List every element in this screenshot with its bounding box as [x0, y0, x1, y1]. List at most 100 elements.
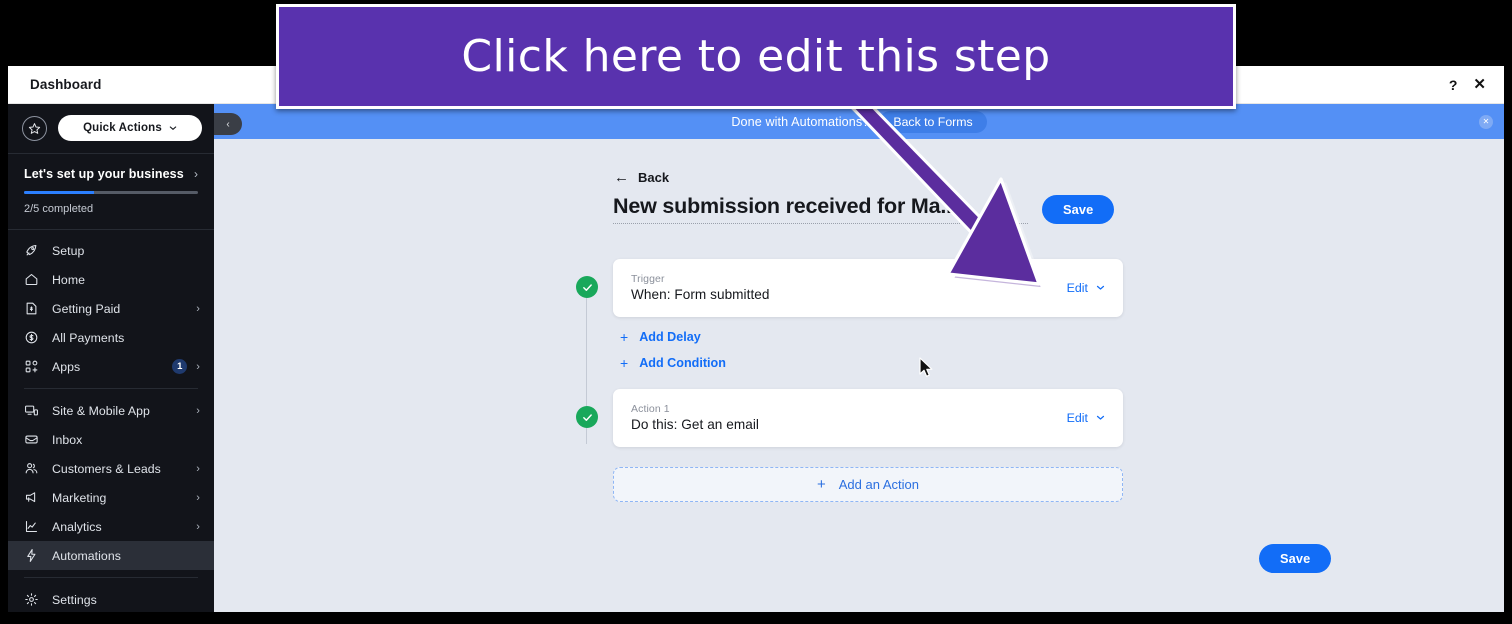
automation-title-input[interactable]: New submission received for Ma... — [613, 194, 1028, 224]
dollar-circle-icon — [24, 330, 41, 345]
save-button-top[interactable]: Save — [1042, 194, 1115, 224]
action-description: Do this: Get an email — [631, 417, 759, 432]
sidebar-item-label: All Payments — [52, 330, 125, 345]
gear-icon — [24, 592, 41, 607]
quick-actions-row: Quick Actions — [8, 104, 214, 153]
setup-progress-block[interactable]: Let's set up your business › 2/5 complet… — [8, 153, 214, 230]
add-an-action-button[interactable]: + Add an Action — [613, 467, 1123, 502]
sidebar-item-meta: 1 › — [172, 359, 200, 374]
sidebar-item-settings[interactable]: Settings — [8, 585, 214, 612]
sidebar-item-site-mobile-app[interactable]: Site & Mobile App › — [8, 396, 214, 425]
notice-message: Done with Automations? — [731, 114, 870, 129]
add-condition-button[interactable]: + Add Condition — [620, 356, 1123, 370]
app-window: Dashboard ? ✕ Quick Actions Let's set up… — [8, 66, 1504, 612]
sidebar-item-label: Marketing — [52, 490, 107, 505]
automations-notice-bar: ‹ Done with Automations? Back to Forms ✕ — [214, 104, 1504, 139]
sidebar-item-label: Getting Paid — [52, 301, 121, 316]
add-delay-label: Add Delay — [639, 330, 701, 344]
sidebar-item-label: Customers & Leads — [52, 461, 161, 476]
step-status-check-trigger — [576, 276, 598, 298]
action-edit-label: Edit — [1066, 410, 1088, 425]
sidebar-collapse-button[interactable]: ‹ — [214, 113, 242, 135]
lightning-icon — [24, 548, 41, 563]
sidebar-item-all-payments[interactable]: All Payments — [8, 323, 214, 352]
sidebar-item-label: Settings — [52, 592, 97, 607]
sidebar-item-customers-leads[interactable]: Customers & Leads › — [8, 454, 214, 483]
callout-text: Click here to edit this step — [461, 31, 1051, 82]
sidebar-nav: Setup Home Getting Paid › All Payments A… — [8, 230, 214, 612]
setup-title: Let's set up your business — [24, 167, 184, 181]
quick-actions-button[interactable]: Quick Actions — [58, 115, 202, 141]
chevron-down-icon — [169, 126, 177, 130]
automation-canvas: ← Back New submission received for Ma...… — [214, 139, 1504, 612]
people-icon — [24, 461, 41, 476]
plus-icon: + — [817, 476, 826, 493]
sidebar-item-label: Home — [52, 272, 86, 287]
action-card[interactable]: Action 1 Do this: Get an email Edit — [613, 389, 1123, 447]
save-button-bottom[interactable]: Save — [1259, 544, 1332, 573]
add-delay-button[interactable]: + Add Delay — [620, 330, 1123, 344]
action-card-texts: Action 1 Do this: Get an email — [631, 403, 759, 432]
chevron-right-icon: › — [194, 167, 198, 181]
back-label: Back — [638, 170, 670, 185]
chevron-down-icon — [1096, 415, 1105, 420]
automation-title-row: New submission received for Ma... Save — [613, 194, 1123, 224]
add-step-links: + Add Delay + Add Condition — [620, 330, 1123, 370]
sidebar-divider — [24, 388, 198, 389]
sidebar-item-automations[interactable]: Automations — [8, 541, 214, 570]
plus-icon: + — [620, 355, 629, 371]
instruction-callout: Click here to edit this step — [276, 4, 1236, 109]
sidebar-item-label: Apps — [52, 359, 81, 374]
mouse-cursor — [919, 357, 933, 377]
trigger-edit-label: Edit — [1066, 280, 1088, 295]
action-edit-button[interactable]: Edit — [1067, 411, 1105, 425]
sidebar-item-getting-paid[interactable]: Getting Paid › — [8, 294, 214, 323]
apps-grid-icon — [24, 359, 41, 374]
notice-close-icon[interactable]: ✕ — [1479, 114, 1493, 129]
screenshot-root: Dashboard ? ✕ Quick Actions Let's set up… — [0, 0, 1512, 624]
sidebar-item-apps[interactable]: Apps 1 › — [8, 352, 214, 381]
inbox-icon — [24, 432, 41, 447]
help-icon[interactable]: ? — [1449, 78, 1458, 92]
trigger-edit-button[interactable]: Edit — [1067, 281, 1105, 295]
back-to-forms-button[interactable]: Back to Forms — [879, 110, 987, 133]
automation-flow: Trigger When: Form submitted Edit + Add … — [576, 259, 1123, 502]
chevron-right-icon: › — [196, 491, 200, 504]
sidebar-item-marketing[interactable]: Marketing › — [8, 483, 214, 512]
quick-actions-label: Quick Actions — [83, 122, 162, 134]
trigger-description: When: Form submitted — [631, 287, 770, 302]
sidebar-item-meta: › — [196, 303, 200, 315]
close-icon[interactable]: ✕ — [1473, 77, 1486, 92]
back-button[interactable]: ← Back — [614, 170, 669, 185]
rocket-icon — [24, 243, 41, 258]
main-content: ‹ Done with Automations? Back to Forms ✕… — [214, 104, 1504, 612]
add-condition-label: Add Condition — [639, 356, 726, 370]
sidebar-item-analytics[interactable]: Analytics › — [8, 512, 214, 541]
action-kicker: Action 1 — [631, 403, 670, 415]
chevron-right-icon: › — [196, 520, 200, 533]
star-icon[interactable] — [22, 115, 47, 141]
sidebar-item-home[interactable]: Home — [8, 265, 214, 294]
window-actions: ? ✕ — [1449, 77, 1486, 92]
trigger-card[interactable]: Trigger When: Form submitted Edit — [613, 259, 1123, 317]
trigger-card-texts: Trigger When: Form submitted — [631, 273, 770, 302]
status-badge: 1 — [172, 359, 188, 374]
arrow-left-icon: ← — [614, 169, 629, 186]
setup-progress-label: 2/5 completed — [24, 203, 94, 215]
megaphone-icon — [24, 490, 41, 505]
plus-icon: + — [620, 329, 629, 345]
chevron-right-icon: › — [196, 360, 200, 373]
sidebar-item-label: Analytics — [52, 519, 102, 534]
step-status-check-action — [576, 406, 598, 428]
chevron-right-icon: › — [196, 302, 200, 315]
sidebar-item-setup[interactable]: Setup — [8, 236, 214, 265]
sidebar-item-meta: › — [196, 463, 200, 475]
sidebar: Quick Actions Let's set up your business… — [8, 104, 214, 612]
sidebar-item-inbox[interactable]: Inbox — [8, 425, 214, 454]
sidebar-item-meta: › — [196, 405, 200, 417]
chart-line-icon — [24, 519, 41, 534]
setup-header: Let's set up your business › — [24, 167, 198, 181]
page-title: Dashboard — [30, 77, 102, 92]
chevron-right-icon: › — [196, 404, 200, 417]
trigger-kicker: Trigger — [631, 273, 665, 285]
